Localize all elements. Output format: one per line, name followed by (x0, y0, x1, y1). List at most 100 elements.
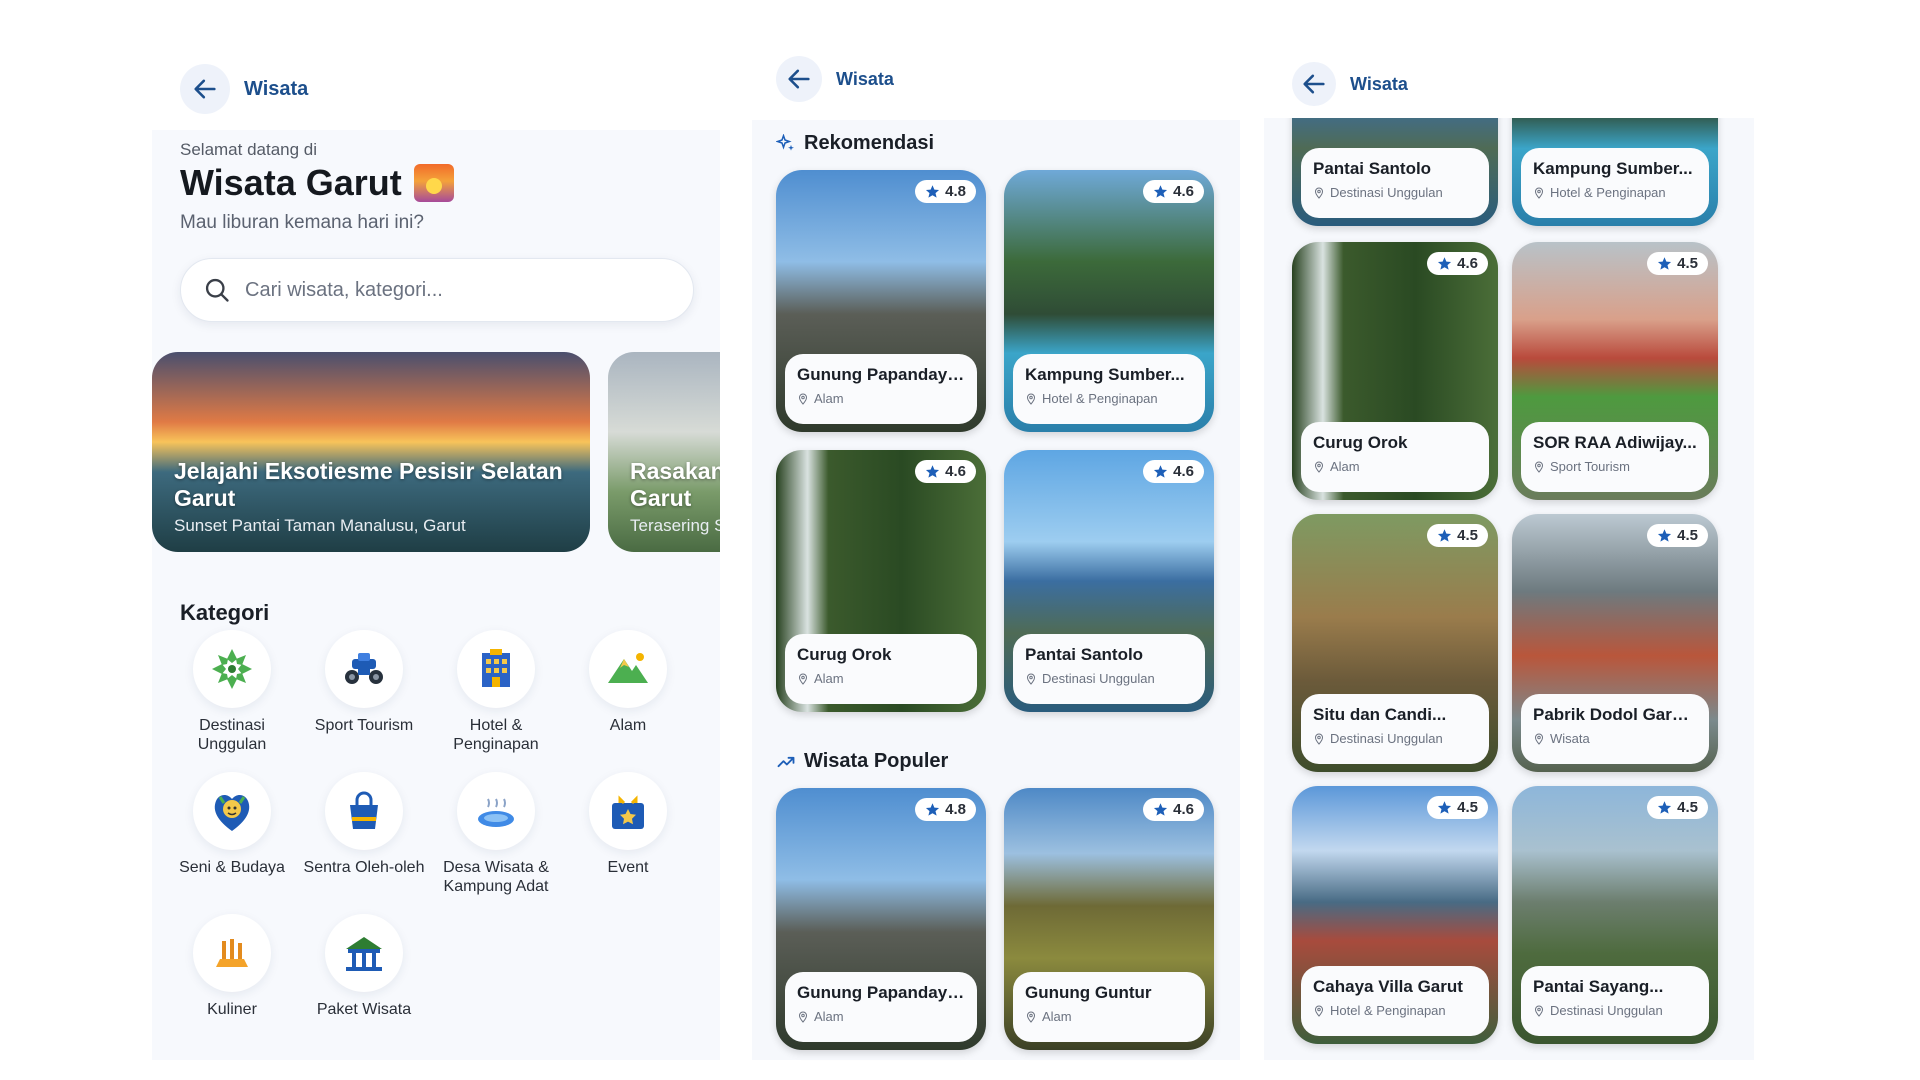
batik-star-icon (212, 649, 252, 689)
arrow-left-icon (788, 69, 810, 89)
arrow-left-icon (1303, 74, 1325, 94)
category-kuliner[interactable]: Kuliner (166, 914, 298, 1040)
search-icon (205, 278, 229, 302)
place-card[interactable]: 4.5 Cahaya Villa Garut Hotel & Penginapan (1292, 786, 1498, 1044)
event-bag-icon (612, 795, 644, 829)
place-card[interactable]: 4.8 Gunung Papandayan Alam (776, 170, 986, 432)
location-pin-icon (1314, 186, 1324, 199)
category-grid: Destinasi Unggulan Sport Tourism Hotel &… (166, 630, 694, 1040)
location-pin-icon (1026, 672, 1036, 685)
rating-badge: 4.5 (1427, 524, 1488, 547)
place-card[interactable]: 4.8 Gunung Papandayan Alam (776, 788, 986, 1050)
place-card[interactable]: 4.5 Situ dan Candi... Destinasi Unggulan (1292, 514, 1498, 772)
panel1-topbar: Wisata (180, 64, 308, 114)
place-category: Alam (1313, 459, 1477, 474)
place-category: Sport Tourism (1533, 459, 1697, 474)
location-pin-icon (798, 672, 808, 685)
rating-badge: 4.5 (1427, 796, 1488, 819)
star-icon (1154, 465, 1168, 478)
category-desa-wisata[interactable]: Desa Wisata & Kampung Adat (430, 772, 562, 898)
place-name: Pantai Santolo (1025, 645, 1144, 664)
location-pin-icon (798, 392, 808, 405)
place-name: Pabrik Dodol Garut... (1533, 705, 1697, 724)
place-category: Destinasi Unggulan (1025, 671, 1193, 686)
category-sport-tourism[interactable]: Sport Tourism (298, 630, 430, 756)
topbar-title: Wisata (1350, 73, 1408, 94)
place-card[interactable]: 4.6 Pantai Santolo Destinasi Unggulan (1004, 450, 1214, 712)
place-card[interactable]: Pantai Santolo Destinasi Unggulan (1292, 118, 1498, 226)
shopping-bag-icon (350, 791, 378, 829)
star-icon (1154, 185, 1168, 198)
star-icon (1438, 257, 1452, 270)
rating-badge: 4.5 (1647, 252, 1708, 275)
place-name: Gunung Papandayan (797, 983, 965, 1002)
place-card[interactable]: 4.5 SOR RAA Adiwijay... Sport Tourism (1512, 242, 1718, 500)
banner-title: Jelajahi Eksotiesme Pesisir Selatan Garut (174, 458, 563, 511)
page-title-text: Wisata Garut (180, 162, 402, 203)
place-card[interactable]: 4.6 Curug Orok Alam (776, 450, 986, 712)
hotel-icon (482, 649, 510, 687)
all-places-panel: Pantai Santolo Destinasi Unggulan Kampung… (1264, 118, 1754, 1060)
place-name: Pantai Sayang... (1533, 977, 1664, 996)
rating-badge: 4.6 (1143, 180, 1204, 203)
place-category: Destinasi Unggulan (1313, 731, 1477, 746)
category-oleh-oleh[interactable]: Sentra Oleh-oleh (298, 772, 430, 898)
star-icon (1658, 801, 1672, 814)
section-populer: Wisata Populer (776, 750, 948, 773)
rating-badge: 4.6 (1427, 252, 1488, 275)
location-pin-icon (1534, 732, 1544, 745)
place-card[interactable]: 4.5 Pabrik Dodol Garut... Wisata (1512, 514, 1718, 772)
category-alam[interactable]: Alam (562, 630, 694, 756)
place-category: Alam (1025, 1009, 1193, 1024)
village-pond-icon (478, 798, 514, 827)
sunset-icon (413, 164, 454, 202)
star-icon (926, 465, 940, 478)
location-pin-icon (1534, 460, 1544, 473)
location-pin-icon (1534, 186, 1544, 199)
panel2-topbar: Wisata (776, 56, 894, 102)
place-name: Pantai Santolo (1313, 159, 1432, 178)
location-pin-icon (1534, 1004, 1544, 1017)
recommendation-panel: Rekomendasi 4.8 Gunung Papandayan Alam 4.… (752, 120, 1240, 1060)
category-heading: Kategori (180, 600, 270, 625)
topbar-title: Wisata (244, 77, 309, 100)
place-card[interactable]: 4.6 Gunung Guntur Alam (1004, 788, 1214, 1050)
place-category: Alam (797, 1009, 965, 1024)
search-bar[interactable] (180, 258, 694, 322)
place-card[interactable]: 4.5 Pantai Sayang... Destinasi Unggulan (1512, 786, 1718, 1044)
banner-card-1[interactable]: Jelajahi Eksotiesme Pesisir Selatan Garut… (152, 352, 590, 552)
location-pin-icon (1314, 460, 1324, 473)
rating-badge: 4.8 (915, 798, 976, 821)
page-subtitle: Mau liburan kemana hari ini? (180, 212, 424, 233)
place-name: Curug Orok (1313, 433, 1408, 452)
place-name: SOR RAA Adiwijay... (1533, 433, 1697, 452)
place-category: Alam (797, 671, 965, 686)
place-category: Destinasi Unggulan (1313, 185, 1477, 200)
back-button[interactable] (776, 56, 822, 102)
place-card[interactable]: 4.6 Kampung Sumber... Hotel & Penginapan (1004, 170, 1214, 432)
page-title: Wisata Garut (180, 162, 454, 204)
rating-badge: 4.6 (915, 460, 976, 483)
place-category: Hotel & Penginapan (1533, 185, 1697, 200)
place-category: Wisata (1533, 731, 1697, 746)
place-card[interactable]: Kampung Sumber... Hotel & Penginapan (1512, 118, 1718, 226)
place-card[interactable]: 4.6 Curug Orok Alam (1292, 242, 1498, 500)
search-input[interactable] (245, 278, 665, 302)
category-seni-budaya[interactable]: Seni & Budaya (166, 772, 298, 898)
rating-badge: 4.6 (1143, 460, 1204, 483)
sparkle-icon (776, 133, 794, 151)
category-hotel[interactable]: Hotel & Penginapan (430, 630, 562, 756)
back-button[interactable] (1292, 62, 1336, 106)
location-pin-icon (1314, 1004, 1324, 1017)
place-name: Gunung Guntur (1025, 983, 1152, 1002)
category-event[interactable]: Event (562, 772, 694, 898)
location-pin-icon (1314, 732, 1324, 745)
category-destinasi-unggulan[interactable]: Destinasi Unggulan (166, 630, 298, 756)
banner-card-2[interactable]: Rasakan Garut Terasering S (608, 352, 720, 552)
back-button[interactable] (180, 64, 230, 114)
category-paket-wisata[interactable]: Paket Wisata (298, 914, 430, 1040)
place-name: Gunung Papandayan (797, 365, 965, 384)
rating-badge: 4.5 (1647, 796, 1708, 819)
culture-mask-icon (214, 795, 250, 831)
rating-badge: 4.8 (915, 180, 976, 203)
